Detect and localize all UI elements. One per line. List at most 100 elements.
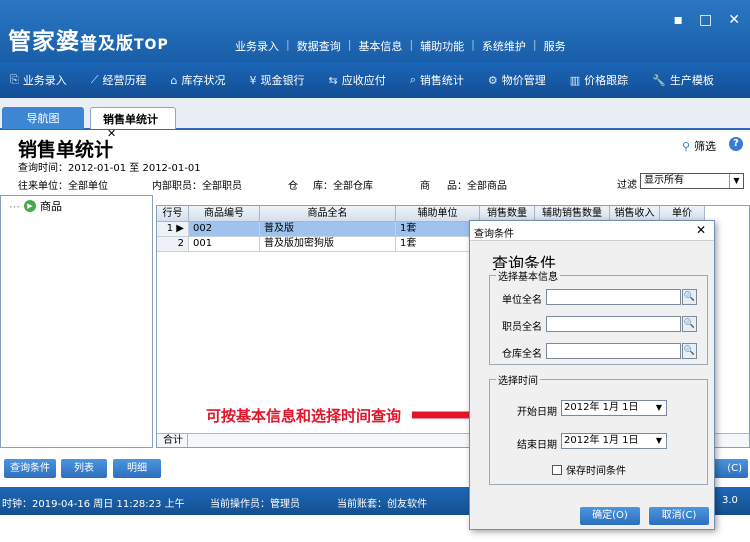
end-date-label: 结束日期 <box>517 440 557 451</box>
warehouse-info: 库：全部仓库 <box>313 181 373 192</box>
toolbar-business-history[interactable]: ⟋ 经营历程 <box>81 72 161 88</box>
logo-top: TOP <box>134 37 169 53</box>
toolbar-price-management[interactable]: ⚙ 物价管理 <box>478 72 560 88</box>
warehouse-input[interactable] <box>546 343 681 359</box>
row-number: 2 <box>157 237 189 252</box>
tree-item-products[interactable]: ⋯ ▶ 商品 <box>9 198 62 214</box>
toolbar-label: 销售统计 <box>419 74 464 87</box>
start-date-picker[interactable]: 2012年 1月 1日 ▼ <box>561 400 667 416</box>
bars-icon: ▥ <box>569 73 581 87</box>
filter-link-label: 筛选 <box>694 140 717 153</box>
toolbar-receivable-payable[interactable]: ⇆ 应收应付 <box>319 72 400 88</box>
menu-service[interactable]: 服务 <box>537 38 573 54</box>
group-legend: 选择基本信息 <box>496 268 560 283</box>
total-label: 合计 <box>157 434 188 447</box>
group-legend: 选择时间 <box>496 372 540 387</box>
toolbar-label: 库存状况 <box>181 74 226 87</box>
row-number: 1 ▶ <box>157 222 189 237</box>
end-date-picker[interactable]: 2012年 1月 1日 ▼ <box>561 433 667 449</box>
search-icon[interactable]: 🔍 <box>682 289 697 305</box>
top-menu: 业务录入 | 数据查询 | 基本信息 | 辅助功能 | 系统维护 | 服务 <box>228 38 573 54</box>
play-icon: ▶ <box>24 200 36 212</box>
column-header[interactable]: 商品编号 <box>189 206 260 222</box>
unit-info: 往来单位：全部单位 <box>18 181 108 192</box>
column-header[interactable]: 辅助单位 <box>396 206 480 222</box>
product-info-label: 商 <box>420 181 430 192</box>
cancel-button[interactable]: 取消(C) <box>649 507 709 525</box>
basic-info-group: 选择基本信息 单位全名 🔍 职员全名 🔍 仓库全名 🔍 <box>489 268 708 365</box>
aux-unit: 1套 <box>396 237 480 252</box>
help-icon[interactable]: ? <box>729 137 743 151</box>
menu-basic-info[interactable]: 基本信息 <box>351 38 409 54</box>
product-info: 品：全部商品 <box>447 181 507 192</box>
toolbar-production-template[interactable]: 🔧 生产模板 <box>642 72 728 88</box>
tree-item-label: 商品 <box>40 200 62 213</box>
document-icon: ⎘ <box>10 73 19 86</box>
close-icon[interactable]: ✕ <box>696 223 706 237</box>
product-code: 002 <box>189 222 260 237</box>
toolbar-stock-status[interactable]: ⌂ 库存状况 <box>161 72 240 88</box>
column-header[interactable]: 商品全名 <box>260 206 396 222</box>
tab-label: 销售单统计 <box>103 113 158 126</box>
warehouse-info-label: 仓 <box>288 181 298 192</box>
search-icon[interactable]: 🔍 <box>682 316 697 332</box>
filter-label: 过滤 <box>617 180 637 191</box>
toolbar-label: 物价管理 <box>501 74 546 87</box>
query-conditions-dialog: 查询条件 ✕ 查询条件 选择基本信息 单位全名 🔍 职员全名 🔍 仓库全名 🔍 … <box>469 220 715 530</box>
query-time: 查询时间：2012-01-01 至 2012-01-01 <box>18 163 201 174</box>
exchange-icon: ⇆ <box>328 73 338 87</box>
annotation-text: 可按基本信息和选择时间查询 <box>206 407 402 425</box>
toolbar-price-tracking[interactable]: ▥ 价格跟踪 <box>560 72 642 88</box>
tab-navigation[interactable]: 导航图 <box>2 107 84 129</box>
tab-sales-stats[interactable]: 销售单统计 ✕ <box>90 107 176 140</box>
close-icon[interactable]: ✕ <box>728 12 740 28</box>
table-row[interactable]: 1 ▶ 002 普及版 1套 <box>157 222 480 237</box>
minimize-icon[interactable]: ▪ <box>674 12 684 28</box>
product-name: 普及版 <box>260 222 396 237</box>
status-account: 当前账套：创友软件 <box>337 499 427 510</box>
menu-data-query[interactable]: 数据查询 <box>290 38 348 54</box>
chevron-down-icon: ▼ <box>655 403 663 412</box>
toolbar-sales-stats[interactable]: ⌕ 销售统计 <box>400 72 478 88</box>
chevron-down-icon: ▼ <box>655 436 663 445</box>
chevron-down-icon: ▼ <box>729 174 743 188</box>
search-icon[interactable]: 🔍 <box>682 343 697 359</box>
aux-unit: 1套 <box>396 222 480 237</box>
product-name: 普及版加密狗版 <box>260 237 396 252</box>
menu-system-maintenance[interactable]: 系统维护 <box>475 38 533 54</box>
status-operator: 当前操作员：管理员 <box>210 499 300 510</box>
search-icon: ⌕ <box>409 73 416 86</box>
unit-input[interactable] <box>546 289 681 305</box>
ok-button[interactable]: 确定(O) <box>580 507 640 525</box>
toolbar-cash-bank[interactable]: ¥ 现金银行 <box>240 72 319 88</box>
toolbar-label: 价格跟踪 <box>584 74 629 87</box>
column-header[interactable]: 行号 <box>157 206 189 222</box>
product-tree: ⋯ ▶ 商品 <box>0 195 153 448</box>
save-time-checkbox[interactable]: 保存时间条件 <box>552 462 626 477</box>
toolbar-label: 经营历程 <box>102 74 147 87</box>
toolbar-label: 现金银行 <box>260 74 305 87</box>
table-row[interactable]: 2 001 普及版加密狗版 1套 <box>157 237 480 252</box>
menu-business-entry[interactable]: 业务录入 <box>228 38 286 54</box>
yen-icon: ¥ <box>249 73 257 87</box>
save-time-label: 保存时间条件 <box>566 466 626 477</box>
menu-aux-functions[interactable]: 辅助功能 <box>413 38 471 54</box>
staff-input[interactable] <box>546 316 681 332</box>
filter-link[interactable]: ⚲ 筛选 <box>682 138 716 154</box>
status-version: 3.0 <box>722 495 738 506</box>
app-logo: 管家婆普及版TOP <box>8 22 169 56</box>
list-button[interactable]: 列表 <box>61 459 107 478</box>
house-icon: ⌂ <box>170 73 178 87</box>
wrench-icon: 🔧 <box>652 73 666 87</box>
logo-text: 管家婆 <box>8 29 80 55</box>
staff-label: 职员全名 <box>502 322 542 333</box>
detail-button[interactable]: 明细 <box>113 459 161 478</box>
query-conditions-button[interactable]: 查询条件 <box>4 459 56 478</box>
toolbar-business-entry[interactable]: ⎘ 业务录入 <box>0 72 81 88</box>
chart-icon: ⟋ <box>90 73 99 86</box>
dialog-titlebar: 查询条件 ✕ <box>470 221 714 241</box>
filter-select[interactable]: 显示所有 ▼ <box>640 173 744 189</box>
logo-edition: 普及版 <box>80 34 134 54</box>
maximize-icon[interactable]: □ <box>699 12 712 28</box>
start-date-label: 开始日期 <box>517 407 557 418</box>
